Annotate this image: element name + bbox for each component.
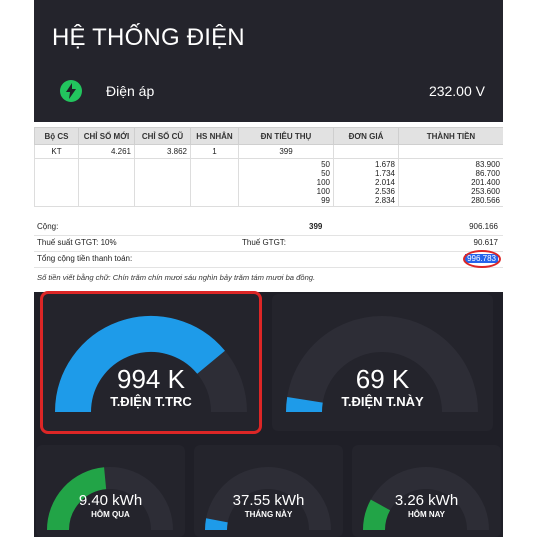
tier-kwh: 100 [316, 178, 330, 187]
lightning-icon [60, 80, 82, 102]
bill-table: Bộ CS CHỈ SỐ MỚI CHỈ SỐ CŨ HS NHÂN ĐN TI… [34, 127, 503, 207]
cell-empty [78, 158, 135, 207]
electricity-bill-image: Bộ CS CHỈ SỐ MỚI CHỈ SỐ CŨ HS NHÂN ĐN TI… [34, 122, 503, 292]
col-header: HS NHÂN [190, 127, 239, 145]
tier-price: 1.734 [374, 169, 395, 178]
table-row: KT 4.261 3.862 1 399 [34, 144, 503, 159]
tier-amount: 280.566 [471, 196, 500, 205]
cell-hs-nhan: 1 [190, 144, 239, 159]
vat-amount: 90.617 [473, 238, 498, 247]
tier-kwh: 100 [316, 187, 330, 196]
gauge-card-today[interactable]: 3.26 kWh HÔM NAY [352, 445, 501, 537]
sum-row: Cộng: 399 906.166 [34, 219, 503, 236]
gauge-today [363, 467, 489, 531]
tier-price: 2.536 [374, 187, 395, 196]
tier-amount: 83.900 [475, 160, 500, 169]
gauge-value: 37.55 kWh [232, 492, 305, 509]
gauge-label: HÔM QUA [91, 510, 130, 519]
gauge-value: 3.26 kWh [394, 492, 459, 509]
tier-row: 50 50 100 100 99 1.678 1.734 2.014 2.536… [34, 158, 503, 207]
voltage-label: Điện áp [106, 83, 155, 99]
total-row: Tổng cộng tiền thanh toán: 996.783 [34, 251, 503, 268]
gauge-label: THÁNG NÀY [244, 510, 293, 519]
tier-kwh-cell: 50 50 100 100 99 [238, 158, 334, 207]
amount-in-words: Số tiền viết bằng chữ: Chín trăm chín mư… [37, 273, 316, 282]
tier-price-cell: 1.678 1.734 2.014 2.536 2.834 [333, 158, 399, 207]
cell-empty [398, 144, 503, 159]
tier-amount: 253.600 [471, 187, 500, 196]
cell-chi-so-moi: 4.261 [78, 144, 135, 159]
cell-chi-so-cu: 3.862 [134, 144, 191, 159]
gauge-fill [205, 518, 228, 531]
bill-header-row: Bộ CS CHỈ SỐ MỚI CHỈ SỐ CŨ HS NHÂN ĐN TI… [34, 127, 503, 145]
tier-amount-cell: 83.900 86.700 201.400 253.600 280.566 [398, 158, 503, 207]
gauge-card-month-kwh[interactable]: 37.55 kWh THÁNG NÀY [194, 445, 343, 537]
tier-price: 1.678 [374, 160, 395, 169]
tier-amount: 86.700 [475, 169, 500, 178]
tier-kwh: 50 [321, 160, 330, 169]
col-header: ĐN TIÊU THỤ [238, 127, 334, 145]
cell-empty [34, 158, 79, 207]
col-header: ĐƠN GIÁ [333, 127, 399, 145]
highlight-frame [40, 291, 262, 434]
cong-kwh: 399 [309, 222, 323, 231]
gauge-card-yesterday[interactable]: 9.40 kWh HÔM QUA [36, 445, 185, 537]
gauge-label: T.ĐIỆN T.NÀY [341, 394, 424, 409]
cong-label: Cộng: [37, 222, 59, 231]
gauge-yesterday [47, 467, 173, 531]
cell-dn-tieu-thu: 399 [238, 144, 334, 159]
vat-rate-label: Thuế suất GTGT: 10% [37, 238, 117, 247]
page-title: HỆ THỐNG ĐIỆN [52, 24, 245, 51]
col-header: CHỈ SỐ CŨ [134, 127, 191, 145]
gauge-month-kwh [205, 467, 331, 531]
tier-price: 2.834 [374, 196, 395, 205]
cell-empty [333, 144, 399, 159]
gauge-value: 69 K [355, 364, 410, 394]
col-header: Bộ CS [34, 127, 79, 145]
app-header: HỆ THỐNG ĐIỆN [34, 0, 503, 72]
col-header: THÀNH TIỀN [398, 127, 503, 145]
voltage-row[interactable]: Điện áp 232.00 V [34, 72, 503, 122]
vat-label: Thuế GTGT: [242, 238, 287, 247]
total-label: Tổng cộng tiền thanh toán: [37, 254, 133, 263]
cell-empty [190, 158, 239, 207]
gauge-card-this-month[interactable]: 69 K T.ĐIỆN T.NÀY [272, 294, 493, 431]
voltage-value: 232.00 V [428, 83, 485, 99]
cell-empty [134, 158, 191, 207]
cell-bo-cs: KT [34, 144, 79, 159]
gauge-value: 9.40 kWh [78, 492, 143, 509]
gauge-this-month [286, 316, 478, 413]
tier-kwh: 50 [321, 169, 330, 178]
tier-kwh: 99 [321, 196, 330, 205]
gauge-label: HÔM NAY [407, 510, 446, 519]
total-highlight-oval [463, 250, 501, 268]
cong-amount: 906.166 [469, 222, 498, 231]
tier-amount: 201.400 [471, 178, 500, 187]
vat-row: Thuế suất GTGT: 10% Thuế GTGT: 90.617 [34, 235, 503, 252]
tier-price: 2.014 [374, 178, 395, 187]
col-header: CHỈ SỐ MỚI [78, 127, 135, 145]
